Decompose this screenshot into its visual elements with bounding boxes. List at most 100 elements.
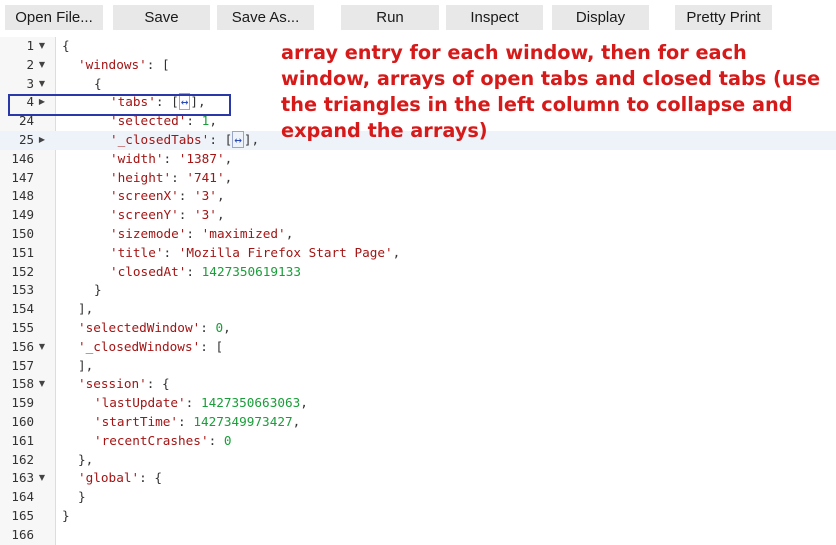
fold-expanded-triangle-icon[interactable]: ▼ (38, 375, 46, 394)
code-line[interactable]: 158 ▼ 'session': { (0, 375, 836, 394)
code-text: 'global': { (78, 469, 162, 488)
json-key: 'screenX' (110, 188, 179, 204)
code-text: ], (78, 300, 93, 319)
code-line[interactable]: 162}, (0, 451, 836, 470)
json-punctuation: } (94, 282, 102, 298)
code-text: 'closedAt': 1427350619133 (110, 263, 301, 282)
json-punctuation: { (62, 38, 70, 53)
json-punctuation: : [ (209, 132, 233, 147)
code-text: 'width': '1387', (110, 150, 232, 169)
json-punctuation: : (178, 188, 195, 204)
json-punctuation: : { (146, 376, 170, 392)
code-line[interactable]: 166 (0, 526, 836, 545)
json-key: 'session' (78, 376, 147, 392)
code-line[interactable]: 161 'recentCrashes': 0 (0, 432, 836, 451)
code-line[interactable]: 149 'screenY': '3', (0, 206, 836, 225)
annotation-note: array entry for each window, then for ea… (281, 41, 821, 142)
line-number: 25 (18, 132, 34, 147)
code-line[interactable]: 157], (0, 357, 836, 376)
line-number: 153 (11, 282, 34, 298)
line-number: 164 (11, 489, 34, 505)
open-file-button[interactable]: Open File... (5, 5, 103, 30)
line-number: 159 (11, 395, 34, 411)
code-line[interactable]: 165} (0, 507, 836, 526)
line-number: 158 (11, 376, 34, 392)
code-text: 'screenX': '3', (110, 187, 225, 206)
fold-expanded-triangle-icon[interactable]: ▼ (38, 338, 46, 357)
code-line[interactable]: 147 'height': '741', (0, 169, 836, 188)
collapsed-array-toggle[interactable]: ↔ (232, 131, 244, 148)
toolbar: Open File... Save Save As... Run Inspect… (0, 0, 836, 34)
code-line[interactable]: 151 'title': 'Mozilla Firefox Start Page'… (0, 244, 836, 263)
code-line[interactable]: 164} (0, 488, 836, 507)
code-line[interactable]: 152 'closedAt': 1427350619133 (0, 263, 836, 282)
json-punctuation: : (178, 414, 194, 429)
json-key: 'startTime' (94, 414, 179, 429)
line-number: 156 (11, 338, 34, 354)
json-punctuation: : (171, 169, 187, 185)
json-value: '741' (186, 169, 225, 185)
json-punctuation: : [ (146, 56, 170, 72)
code-line[interactable]: 148 'screenX': '3', (0, 187, 836, 206)
code-text: } (94, 281, 102, 300)
code-line[interactable]: 159 'lastUpdate': 1427350663063, (0, 394, 836, 413)
line-number: 151 (11, 244, 34, 260)
code-line[interactable]: 163 ▼ 'global': { (0, 469, 836, 488)
fold-collapsed-triangle-icon[interactable]: ▶ (38, 131, 46, 150)
line-number: 147 (11, 169, 34, 185)
fold-expanded-triangle-icon[interactable]: ▼ (38, 56, 46, 75)
fold-expanded-triangle-icon[interactable]: ▼ (38, 37, 46, 56)
json-punctuation: ], (78, 357, 94, 373)
json-punctuation: , (292, 414, 301, 429)
fold-expanded-triangle-icon[interactable]: ▼ (38, 75, 46, 94)
json-punctuation: : (185, 395, 201, 411)
json-punctuation: , (216, 207, 225, 223)
save-button[interactable]: Save (113, 5, 210, 30)
code-line[interactable]: 155 'selectedWindow': 0, (0, 319, 836, 338)
code-line[interactable]: 154], (0, 300, 836, 319)
line-number: 155 (11, 320, 34, 335)
json-punctuation: , (224, 169, 233, 185)
json-key: 'selectedWindow' (78, 320, 201, 335)
save-as-button[interactable]: Save As... (217, 5, 314, 30)
line-number: 3 (26, 75, 34, 91)
line-number: 148 (11, 188, 34, 204)
display-button[interactable]: Display (552, 5, 649, 30)
code-line[interactable]: 160 'startTime': 1427349973427, (0, 413, 836, 432)
json-punctuation: { (94, 75, 102, 91)
json-punctuation: , (223, 320, 231, 335)
line-number: 150 (11, 226, 34, 241)
json-value: 0 (215, 320, 224, 335)
code-text: { (94, 75, 102, 94)
code-text: }, (78, 451, 93, 470)
json-key: 'sizemode' (110, 226, 187, 241)
code-line[interactable]: 150 'sizemode': 'maximized', (0, 225, 836, 244)
line-number: 160 (11, 414, 34, 429)
line-number: 165 (11, 508, 34, 523)
run-button[interactable]: Run (341, 5, 439, 30)
code-line[interactable]: 146 'width': '1387', (0, 150, 836, 169)
json-punctuation: , (285, 226, 294, 241)
json-value: '3' (194, 207, 217, 223)
inspect-button[interactable]: Inspect (446, 5, 543, 30)
fold-expanded-triangle-icon[interactable]: ▼ (38, 469, 46, 488)
line-number: 162 (11, 451, 34, 467)
json-punctuation: : (208, 432, 224, 448)
json-value: 'maximized' (201, 226, 286, 241)
code-line[interactable]: 153} (0, 281, 836, 300)
line-number: 163 (11, 470, 34, 486)
line-number: 146 (11, 150, 34, 166)
json-punctuation: : (163, 150, 179, 166)
json-key: 'recentCrashes' (94, 432, 209, 448)
json-punctuation: , (300, 395, 308, 411)
json-value: 1427350619133 (201, 263, 301, 279)
json-key: 'lastUpdate' (94, 395, 186, 411)
json-key: 'title' (110, 244, 164, 260)
line-number: 149 (11, 207, 34, 223)
pretty-print-button[interactable]: Pretty Print (675, 5, 772, 30)
code-line[interactable]: 156 ▼ '_closedWindows': [ (0, 338, 836, 357)
json-key: '_closedTabs' (110, 132, 210, 147)
json-value: 1427350663063 (200, 395, 301, 411)
json-punctuation: ], (243, 132, 260, 147)
code-text: 'windows': [ (78, 56, 170, 75)
